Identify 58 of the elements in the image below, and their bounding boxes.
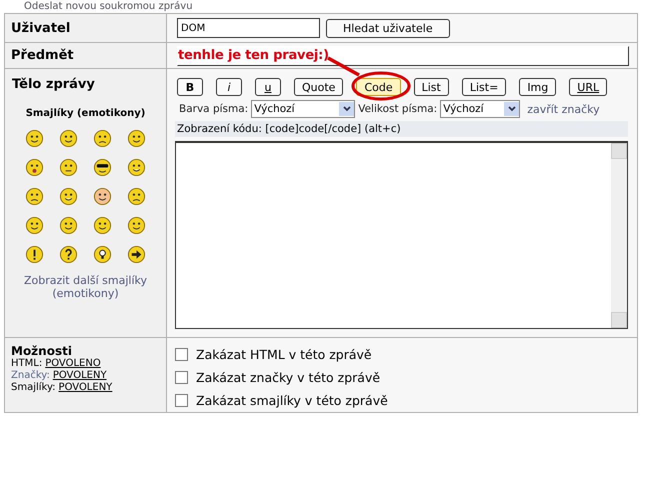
smiley-icon[interactable] bbox=[127, 129, 146, 148]
smiley-icon[interactable] bbox=[58, 129, 78, 148]
checkbox[interactable] bbox=[175, 348, 188, 361]
format-button[interactable]: i bbox=[216, 78, 242, 96]
smiley-icon[interactable] bbox=[93, 216, 112, 235]
format-button[interactable]: Quote bbox=[294, 78, 344, 96]
smiley-icon[interactable] bbox=[93, 187, 112, 206]
smiley-icon[interactable] bbox=[24, 216, 44, 235]
smiley-icon[interactable] bbox=[58, 187, 78, 206]
more-smileys-link[interactable]: Zobrazit další smajlíky (emotikony) bbox=[11, 274, 160, 300]
smiley-icon[interactable] bbox=[58, 216, 78, 235]
checkbox-label: Zakázat smajlíky v této zprávě bbox=[196, 393, 388, 408]
checkbox[interactable] bbox=[175, 371, 188, 384]
exclamation-icon[interactable] bbox=[24, 245, 44, 264]
options-label: Možnosti bbox=[11, 344, 73, 358]
font-size-label: Velikost písma: bbox=[358, 103, 438, 115]
option-status-link[interactable]: POVOLENO bbox=[45, 358, 101, 369]
option-status-label: Smajlíky: bbox=[11, 382, 56, 393]
smiley-icon[interactable] bbox=[24, 129, 44, 148]
smiley-icon[interactable] bbox=[93, 158, 112, 177]
smileys-title: Smajlíky (emotikony) bbox=[24, 108, 146, 119]
option-status-label: HTML: bbox=[11, 358, 42, 369]
user-field[interactable]: DOM bbox=[177, 18, 320, 38]
scrollbar[interactable] bbox=[611, 143, 627, 328]
format-button[interactable]: Code bbox=[356, 78, 401, 96]
chevron-down-icon bbox=[342, 104, 352, 114]
bulb-icon[interactable] bbox=[93, 245, 112, 264]
format-button[interactable]: u bbox=[255, 78, 281, 96]
body-label: Tělo zprávy bbox=[12, 77, 96, 92]
format-button[interactable]: B bbox=[177, 78, 203, 96]
option-status-link[interactable]: POVOLENY bbox=[52, 370, 107, 381]
subject-label: Předmět bbox=[11, 48, 74, 63]
smiley-icon[interactable] bbox=[93, 129, 112, 148]
font-size-dropdown[interactable]: Výchozí bbox=[440, 100, 520, 118]
checkbox-label: Zakázat značky v této zprávě bbox=[196, 370, 380, 385]
question-icon[interactable] bbox=[58, 245, 78, 264]
option-status-label: Značky: bbox=[11, 370, 50, 381]
smiley-icon[interactable] bbox=[127, 187, 146, 206]
format-button[interactable]: List bbox=[414, 78, 449, 96]
checkbox-label: Zakázat HTML v této zprávě bbox=[196, 347, 372, 362]
subject-field[interactable]: tenhle je ten pravej:) bbox=[177, 46, 629, 66]
smiley-icon[interactable] bbox=[127, 158, 146, 177]
page-heading: Odeslat novou soukromou zprávu bbox=[24, 0, 194, 13]
find-user-button[interactable]: Hledat uživatele bbox=[326, 18, 450, 38]
format-button[interactable]: Img bbox=[519, 78, 556, 96]
smiley-icon[interactable] bbox=[127, 216, 146, 235]
checkbox[interactable] bbox=[175, 394, 188, 407]
smiley-icon[interactable] bbox=[58, 158, 78, 177]
option-status-link[interactable]: POVOLENY bbox=[58, 382, 112, 393]
user-label: Uživatel bbox=[11, 20, 70, 36]
chevron-down-icon bbox=[506, 104, 517, 114]
message-textarea[interactable] bbox=[175, 141, 628, 329]
format-button[interactable]: List= bbox=[462, 78, 506, 96]
font-color-label: Barva písma: bbox=[179, 103, 248, 115]
close-tags-link[interactable]: zavřít značky bbox=[527, 102, 600, 116]
format-button[interactable]: URL bbox=[569, 78, 608, 96]
font-color-dropdown[interactable]: Výchozí bbox=[251, 100, 356, 118]
smiley-icon[interactable] bbox=[24, 187, 44, 206]
